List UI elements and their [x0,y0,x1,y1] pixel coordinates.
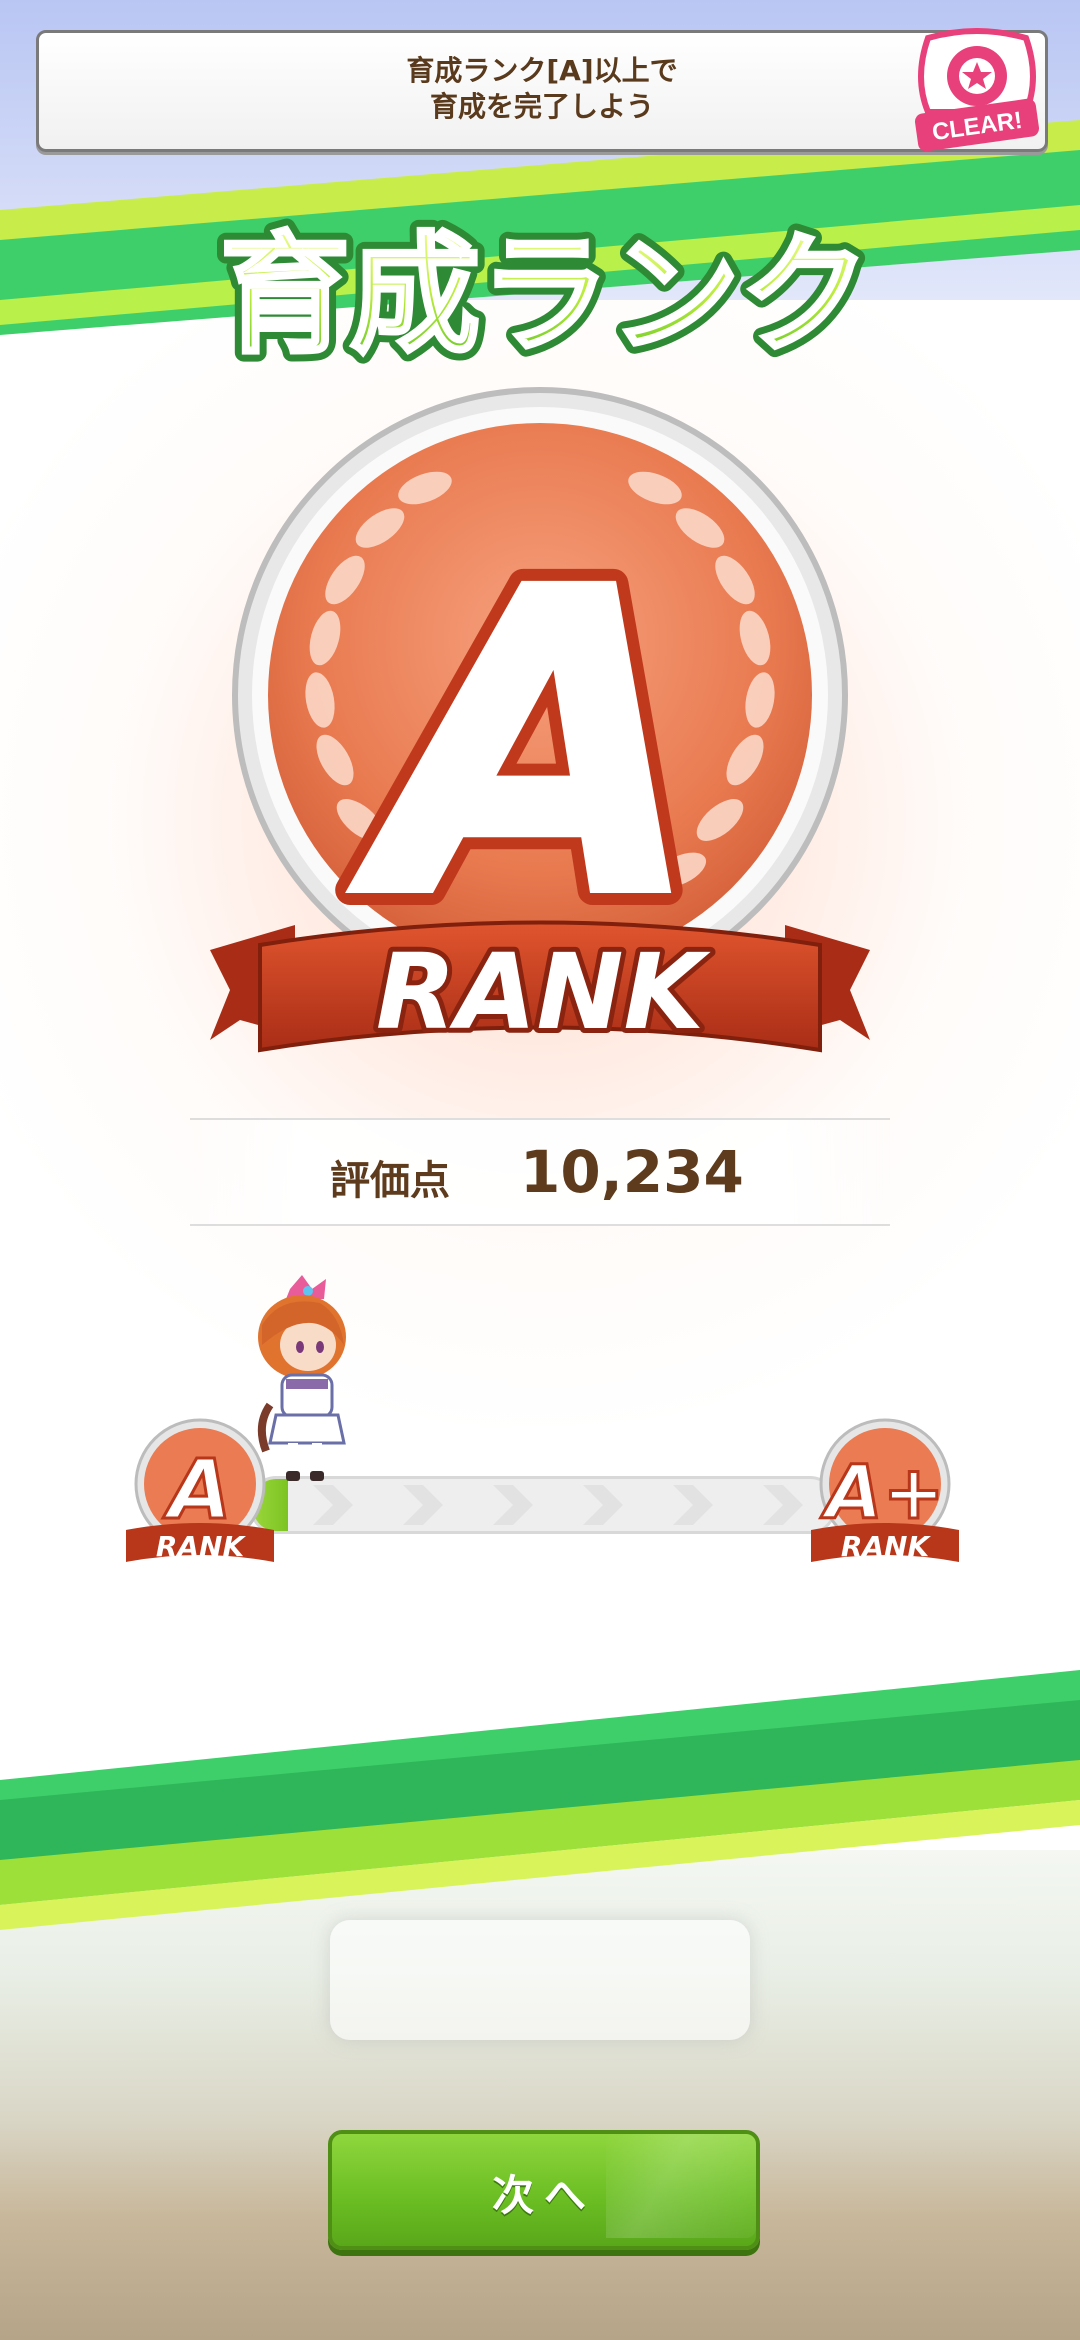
next-rank-label: RANK [841,1530,932,1563]
rank-ribbon-text: RANK [376,931,712,1053]
mission-line-1: 育成ランク[A]以上で [406,54,678,87]
mission-text: 育成ランク[A]以上で 育成を完了しよう [39,53,1045,125]
score-value: 10,234 [520,1138,744,1206]
rank-letter: A [345,501,703,990]
title-text: 育成ランク [220,219,870,371]
training-rank-title: 育成ランク 育成ランク [211,210,879,380]
current-rank-label: RANK [156,1530,247,1563]
rank-medal: A A RANK RANK [210,387,880,1058]
clear-stamp-icon: CLEAR! [914,28,1040,152]
mission-line-2: 育成を完了しよう [429,90,654,123]
chibi-character-icon [257,1275,346,1481]
blurred-button [330,1920,750,2040]
mission-banner: 育成ランク[A]以上で 育成を完了しよう [36,30,1048,152]
next-button[interactable]: 次へ [328,2130,760,2250]
score-row: 評価点 10,234 [190,1118,890,1226]
next-rank-medal: A+ RANK [811,1418,959,1563]
progress-chevrons [313,1485,803,1525]
next-button-label: 次へ [491,2171,596,2220]
score-label: 評価点 [330,1158,450,1204]
